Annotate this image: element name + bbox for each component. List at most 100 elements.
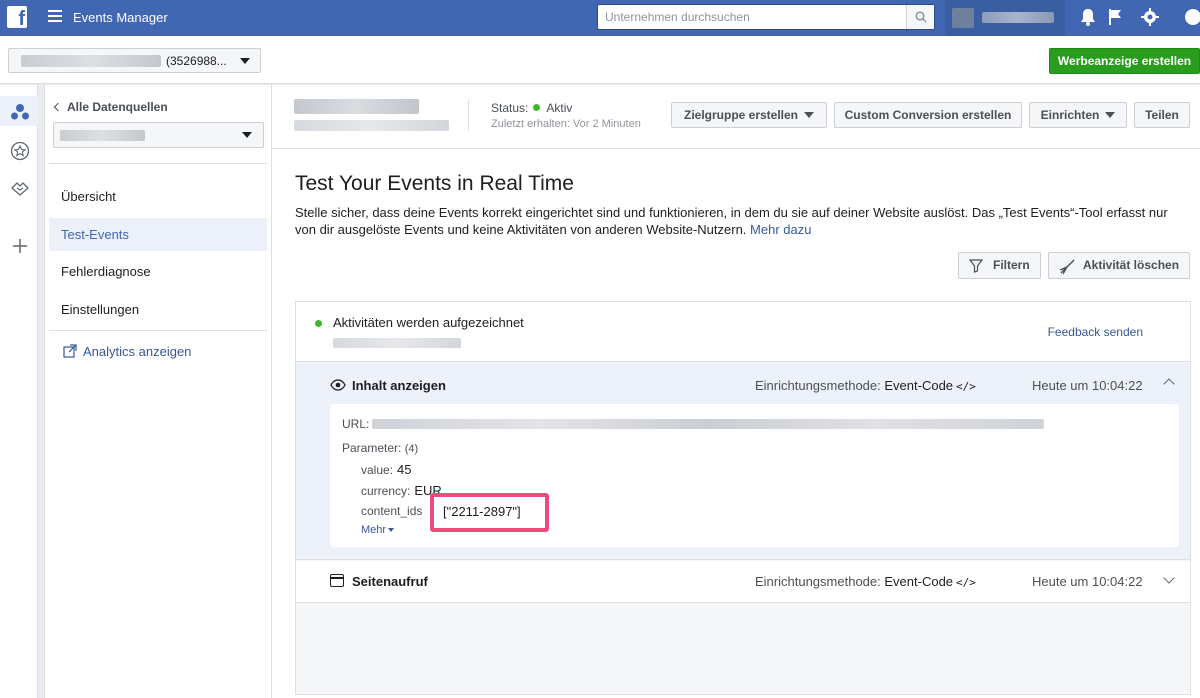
status-label: Status: xyxy=(491,101,529,115)
send-feedback-link[interactable]: Feedback senden xyxy=(1048,325,1143,339)
back-to-data-sources-link[interactable]: Alle Datenquellen xyxy=(53,100,168,114)
more-label: Mehr xyxy=(361,524,387,536)
account-id: (3526988... xyxy=(166,54,227,68)
back-link-label: Alle Datenquellen xyxy=(67,100,168,114)
app-title[interactable]: Events Manager xyxy=(73,10,168,25)
chevron-left-icon xyxy=(53,102,63,112)
search-box xyxy=(597,4,935,30)
analytics-link[interactable]: Analytics anzeigen xyxy=(63,342,191,359)
recording-text: Aktivitäten werden aufgezeichnet xyxy=(333,315,524,330)
chevron-up-icon[interactable] xyxy=(1163,378,1175,390)
event-title: Seitenaufruf xyxy=(352,574,428,589)
icon-rail xyxy=(0,85,38,698)
method-label: Einrichtungsmethode: xyxy=(755,378,881,393)
rail-add[interactable] xyxy=(0,230,38,260)
filter-button[interactable]: Filtern xyxy=(958,252,1041,279)
account-name-blurred xyxy=(982,12,1054,23)
rail-partner-integrations[interactable] xyxy=(0,172,38,202)
rail-favorites[interactable] xyxy=(0,135,38,165)
more-params-link[interactable]: Mehr xyxy=(361,524,395,536)
people-network-icon xyxy=(11,104,29,120)
param-value: 45 xyxy=(397,462,412,477)
sidebar-item-settings[interactable]: Einstellungen xyxy=(49,293,267,326)
page-description: Stelle sicher, dass deine Events korrekt… xyxy=(295,204,1175,238)
params-label-text: Parameter: xyxy=(342,441,402,455)
notifications-bell-icon[interactable] xyxy=(1078,7,1100,29)
code-icon: </> xyxy=(956,576,976,589)
params-count: (4) xyxy=(404,443,419,455)
data-source-name-blurred xyxy=(60,130,145,141)
ad-account-selector[interactable]: (3526988... xyxy=(8,48,261,73)
learn-more-link[interactable]: Mehr dazu xyxy=(750,222,811,237)
recording-status-row: Aktivitäten werden aufgezeichnet Feedbac… xyxy=(296,302,1190,362)
page-title: Test Your Events in Real Time xyxy=(295,172,574,195)
param-key: content_ids xyxy=(361,504,423,518)
search-button[interactable] xyxy=(906,5,934,29)
main-content: Status: Aktiv Zuletzt erhalten: Vor 2 Min… xyxy=(272,85,1200,698)
account-bar: (3526988... xyxy=(0,36,1200,84)
setup-button[interactable]: Einrichten xyxy=(1029,102,1127,128)
rail-events-manager[interactable] xyxy=(0,96,38,126)
setup-method: Einrichtungsmethode: Event-Code </> xyxy=(755,378,976,393)
event-details-card: URL: Parameter: (4) value: 45 currency: EU… xyxy=(330,404,1179,547)
share-button[interactable]: Teilen xyxy=(1134,102,1190,128)
help-icon[interactable] xyxy=(1183,7,1200,29)
settings-gear-icon[interactable] xyxy=(1140,7,1162,29)
caret-down-icon xyxy=(388,528,395,532)
hamburger-menu-icon[interactable] xyxy=(48,10,62,22)
avatar xyxy=(952,8,974,28)
param-value-row: value: 45 xyxy=(361,462,412,477)
pixel-id-blurred xyxy=(294,120,449,131)
divider xyxy=(49,330,267,331)
clear-activity-button[interactable]: Aktivität löschen xyxy=(1048,252,1191,279)
description-text: Stelle sicher, dass deine Events korrekt… xyxy=(295,205,1168,237)
search-icon xyxy=(915,11,927,23)
left-navigation: Alle Datenquellen Übersicht Test-Events … xyxy=(44,85,272,698)
external-link-icon xyxy=(63,344,77,358)
event-activity-panel: Aktivitäten werden aufgezeichnet Feedbac… xyxy=(295,301,1191,695)
data-source-selector[interactable] xyxy=(53,122,264,148)
content-ids-highlight: ["2211-2897"] xyxy=(430,493,549,532)
param-key: value: xyxy=(361,463,394,477)
event-row-view-content[interactable]: Inhalt anzeigen Einrichtungsmethode: Eve… xyxy=(296,363,1190,560)
event-row-page-view[interactable]: Seitenaufruf Einrichtungsmethode: Event-… xyxy=(296,561,1190,603)
code-icon: </> xyxy=(956,380,976,393)
broom-icon xyxy=(1059,259,1075,275)
top-navigation-bar: f Events Manager xyxy=(0,0,1200,44)
sidebar-item-diagnostics[interactable]: Fehlerdiagnose xyxy=(49,255,267,288)
status-active-dot-icon xyxy=(533,104,541,111)
facebook-logo-icon[interactable]: f xyxy=(7,6,27,29)
pixel-status: Status: Aktiv xyxy=(491,101,572,115)
flag-icon[interactable] xyxy=(1105,7,1127,29)
divider xyxy=(468,99,469,131)
setup-method: Einrichtungsmethode: Event-Code </> xyxy=(755,574,976,589)
plus-icon xyxy=(13,239,27,253)
sidebar-item-overview[interactable]: Übersicht xyxy=(49,180,267,213)
event-time: Heute um 10:04:22 xyxy=(1032,378,1143,393)
recording-dot-icon xyxy=(315,320,322,327)
pixel-name-blurred xyxy=(294,99,419,114)
eye-icon xyxy=(330,379,346,391)
funnel-icon xyxy=(969,259,983,273)
status-value: Aktiv xyxy=(546,101,573,115)
chevron-down-icon[interactable] xyxy=(1163,572,1175,584)
event-title: Inhalt anzeigen xyxy=(352,378,446,393)
caret-down-icon xyxy=(804,112,815,118)
url-label: URL: xyxy=(342,417,370,431)
filter-label: Filtern xyxy=(993,258,1030,272)
setup-label: Einrichten xyxy=(1040,108,1100,122)
event-time: Heute um 10:04:22 xyxy=(1032,574,1143,589)
param-content-ids-row: content_ids xyxy=(361,504,422,518)
method-value: Event-Code xyxy=(884,378,954,393)
custom-conversion-button[interactable]: Custom Conversion erstellen xyxy=(834,102,1022,128)
create-ad-button[interactable]: Werbeanzeige erstellen xyxy=(1049,48,1200,74)
recording-detail-blurred xyxy=(333,338,461,348)
create-audience-button[interactable]: Zielgruppe erstellen xyxy=(671,102,827,128)
search-input[interactable] xyxy=(598,5,898,29)
caret-down-icon xyxy=(1105,112,1116,118)
handshake-icon xyxy=(11,182,29,196)
sidebar-item-test-events[interactable]: Test-Events xyxy=(49,218,267,251)
last-received: Zuletzt erhalten: Vor 2 Minuten xyxy=(491,118,641,130)
param-value: ["2211-2897"] xyxy=(443,504,521,519)
divider xyxy=(49,163,267,164)
